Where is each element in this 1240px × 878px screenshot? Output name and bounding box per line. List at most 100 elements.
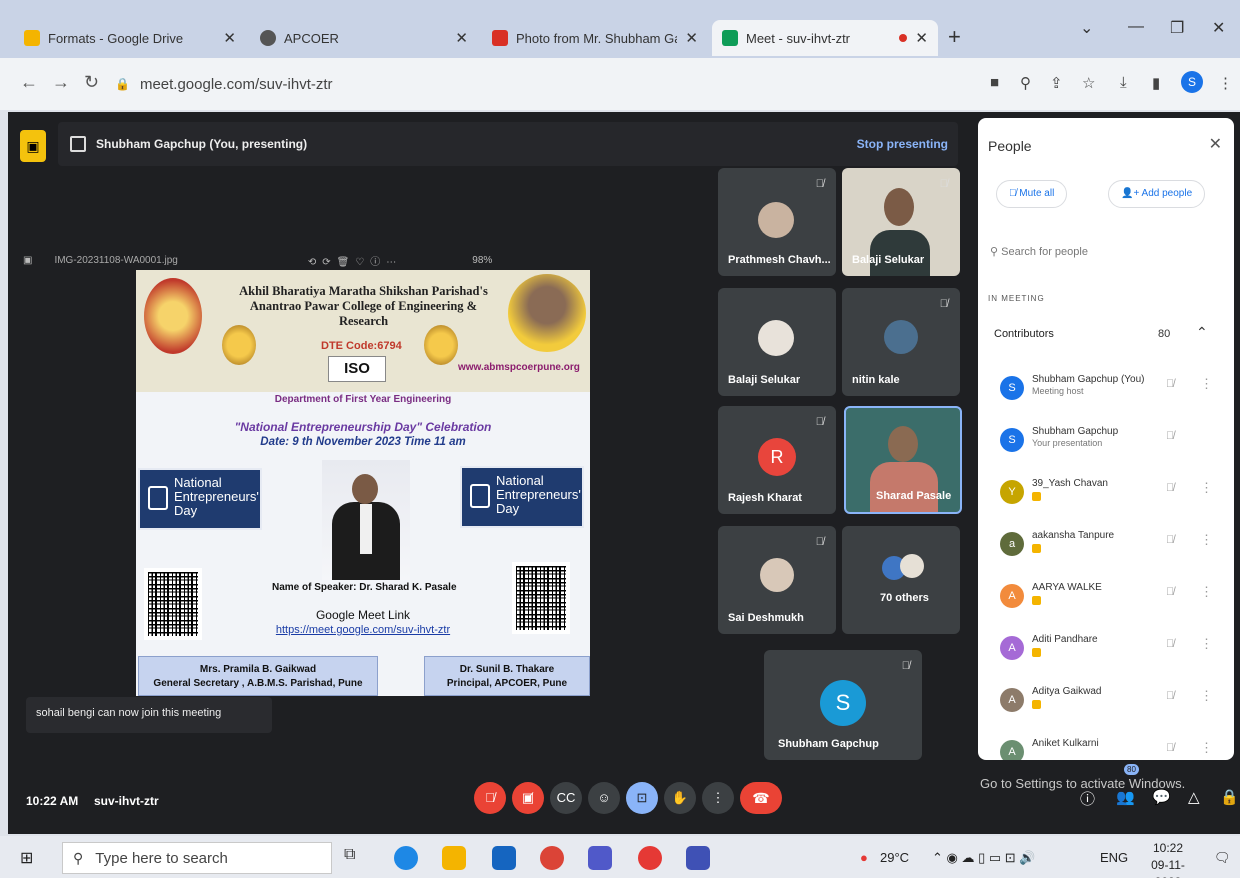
tab-search-icon[interactable]: ⌄	[1080, 18, 1093, 38]
participant-name: Prathmesh Chavh...	[728, 254, 831, 266]
mic-off-icon[interactable]: 🎙̸	[1166, 690, 1174, 702]
tab-meet[interactable]: Meet - suv-ihvt-ztr ✕	[712, 20, 938, 56]
new-tab-button[interactable]: +	[948, 24, 961, 50]
camera-icon[interactable]: ■	[990, 74, 999, 91]
language-indicator[interactable]: ENG	[1100, 850, 1128, 865]
mic-off-icon[interactable]: 🎙̸	[1166, 586, 1174, 598]
self-tile[interactable]: S 🎙̸ Shubham Gapchup	[764, 650, 922, 760]
download-icon[interactable]: ⤓	[1120, 74, 1127, 91]
close-icon[interactable]: ✕	[223, 29, 236, 47]
more-options-icon[interactable]: ⋮	[1200, 688, 1213, 704]
participant-row[interactable]: S Shubham Gapchup Your presentation 🎙̸	[994, 422, 1222, 470]
more-options-icon[interactable]: ⋮	[1200, 636, 1213, 652]
participant-row[interactable]: Y 39_Yash Chavan 🎙̸ ⋮	[994, 474, 1222, 522]
notification-icon[interactable]: 🗨	[1214, 850, 1231, 866]
participant-tile[interactable]: 🎙̸ Balaji Selukar	[842, 168, 960, 276]
participant-tile[interactable]: 🎙̸ Sai Deshmukh	[718, 526, 836, 634]
chrome-icon[interactable]	[540, 846, 564, 870]
more-options-icon[interactable]: ⋮	[1200, 480, 1213, 496]
meeting-details-icon[interactable]: ⓘ	[1080, 788, 1095, 809]
department-text: Department of First Year Engineering	[274, 394, 452, 405]
add-people-button[interactable]: 👤+ Add people	[1108, 180, 1206, 208]
participant-tile[interactable]: Balaji Selukar	[718, 288, 836, 396]
side-panel-icon[interactable]: ▮	[1152, 74, 1160, 92]
tab-apcoer[interactable]: APCOER ✕	[250, 20, 478, 56]
participant-row[interactable]: A Aditya Gaikwad 🎙̸ ⋮	[994, 682, 1222, 730]
forward-icon[interactable]: →	[52, 72, 70, 93]
taskbar-search-input[interactable]: ⚲ Type here to search	[62, 842, 332, 874]
participant-row[interactable]: a aakansha Tanpure 🎙̸ ⋮	[994, 526, 1222, 574]
host-controls-icon[interactable]: 🔒	[1220, 788, 1239, 806]
tab-photo[interactable]: Photo from Mr. Shubham Gapc ✕	[482, 20, 708, 56]
more-options-icon[interactable]: ⋮	[1200, 376, 1213, 392]
emoji-button[interactable]: ☺	[588, 782, 620, 814]
zoom-icon[interactable]: ⚲	[1020, 74, 1031, 92]
participant-tile[interactable]: R 🎙̸ Rajesh Kharat	[718, 406, 836, 514]
close-icon[interactable]: ✕	[455, 29, 468, 47]
more-options-button[interactable]: ⋮	[702, 782, 734, 814]
close-icon[interactable]: ✕	[685, 29, 698, 47]
mic-off-icon[interactable]: 🎙̸	[1166, 482, 1174, 494]
participant-row[interactable]: A Aditi Pandhare 🎙̸ ⋮	[994, 630, 1222, 678]
present-button[interactable]: ⊡	[626, 782, 658, 814]
people-search-input[interactable]: ⚲ Search for people	[990, 238, 1222, 266]
participant-tile-active[interactable]: Sharad Pasale	[844, 406, 962, 514]
captions-button[interactable]: CC	[550, 782, 582, 814]
chat-icon[interactable]: 💬	[1152, 788, 1171, 806]
chevron-up-icon[interactable]: ⌃	[1196, 324, 1208, 341]
url-field[interactable]: 🔒 meet.google.com/suv-ihvt-ztr	[115, 68, 975, 100]
bookmark-star-icon[interactable]: ☆	[1082, 74, 1095, 92]
tab-label: Meet - suv-ihvt-ztr	[746, 30, 851, 46]
photos-icon[interactable]	[686, 846, 710, 870]
back-icon[interactable]: ←	[20, 72, 38, 93]
participant-avatar	[758, 320, 794, 356]
more-options-icon[interactable]: ⋮	[1200, 584, 1213, 600]
file-explorer-icon[interactable]	[442, 846, 466, 870]
participant-tile[interactable]: 🎙̸ Prathmesh Chavh...	[718, 168, 836, 276]
windows-start-icon[interactable]: ⊞	[20, 848, 33, 868]
participant-row[interactable]: S Shubham Gapchup (You) Meeting host 🎙̸ …	[994, 370, 1222, 418]
more-options-icon[interactable]: ⋮	[1200, 740, 1213, 756]
teams-icon[interactable]	[588, 846, 612, 870]
tab-google-drive[interactable]: Formats - Google Drive ✕	[14, 20, 246, 56]
mic-off-icon[interactable]: 🎙̸	[1166, 378, 1174, 390]
close-icon[interactable]: ✕	[1209, 134, 1222, 154]
participant-tile[interactable]: 🎙̸ nitin kale	[842, 288, 960, 396]
close-icon[interactable]: ✕	[915, 29, 928, 47]
presented-slide: Akhil Bharatiya Maratha Shikshan Parisha…	[136, 270, 590, 696]
minimize-button[interactable]: —	[1128, 18, 1144, 36]
participant-avatar: R	[758, 438, 796, 476]
participant-row[interactable]: A Aniket Kulkarni 🎙̸ ⋮	[994, 734, 1222, 760]
clock-time: 10:22	[1152, 841, 1184, 855]
mic-off-icon[interactable]: 🎙̸	[1166, 742, 1174, 754]
mic-off-icon[interactable]: 🎙̸	[1166, 430, 1174, 442]
task-view-icon[interactable]: ⧉	[344, 846, 368, 870]
share-icon[interactable]: ⇪	[1050, 74, 1063, 92]
people-icon[interactable]: 👥	[1116, 788, 1135, 806]
others-tile[interactable]: 70 others	[842, 526, 960, 634]
viewer-tools[interactable]: ⟲⟳🗑♡ⓘ⋯	[308, 253, 402, 268]
store-icon[interactable]	[492, 846, 516, 870]
camera-toggle-button[interactable]: ▣̸	[512, 782, 544, 814]
more-options-icon[interactable]: ⋮	[1200, 532, 1213, 548]
participant-name: Aditya Gaikwad	[1032, 686, 1102, 697]
end-call-button[interactable]: ☎	[740, 782, 782, 814]
menu-dots-icon[interactable]: ⋮	[1218, 74, 1233, 92]
stop-presenting-button[interactable]: Stop presenting	[857, 137, 948, 151]
participant-row[interactable]: A AARYA WALKE 🎙̸ ⋮	[994, 578, 1222, 626]
maximize-button[interactable]: ❐	[1170, 18, 1184, 38]
edge-icon[interactable]	[394, 846, 418, 870]
mic-off-icon[interactable]: 🎙̸	[1166, 534, 1174, 546]
close-window-button[interactable]: ✕	[1212, 18, 1225, 38]
raise-hand-button[interactable]: ✋	[664, 782, 696, 814]
activities-icon[interactable]: △	[1188, 788, 1200, 806]
tray-icons[interactable]: ⌃ ◉ ☁ ▯ ▭ ⊡ 🔊	[932, 850, 1035, 866]
temperature[interactable]: 29°C	[880, 850, 909, 865]
profile-avatar[interactable]: S	[1181, 71, 1203, 93]
chrome-profile-icon[interactable]	[638, 846, 662, 870]
mic-off-icon[interactable]: 🎙̸	[1166, 638, 1174, 650]
reload-icon[interactable]: ↻	[84, 72, 99, 93]
mute-all-button[interactable]: 🎙̸ Mute all	[996, 180, 1068, 208]
taskbar-clock[interactable]: 10:22 09-11-2023	[1140, 840, 1196, 878]
mic-toggle-button[interactable]: 🎙̸	[474, 782, 506, 814]
